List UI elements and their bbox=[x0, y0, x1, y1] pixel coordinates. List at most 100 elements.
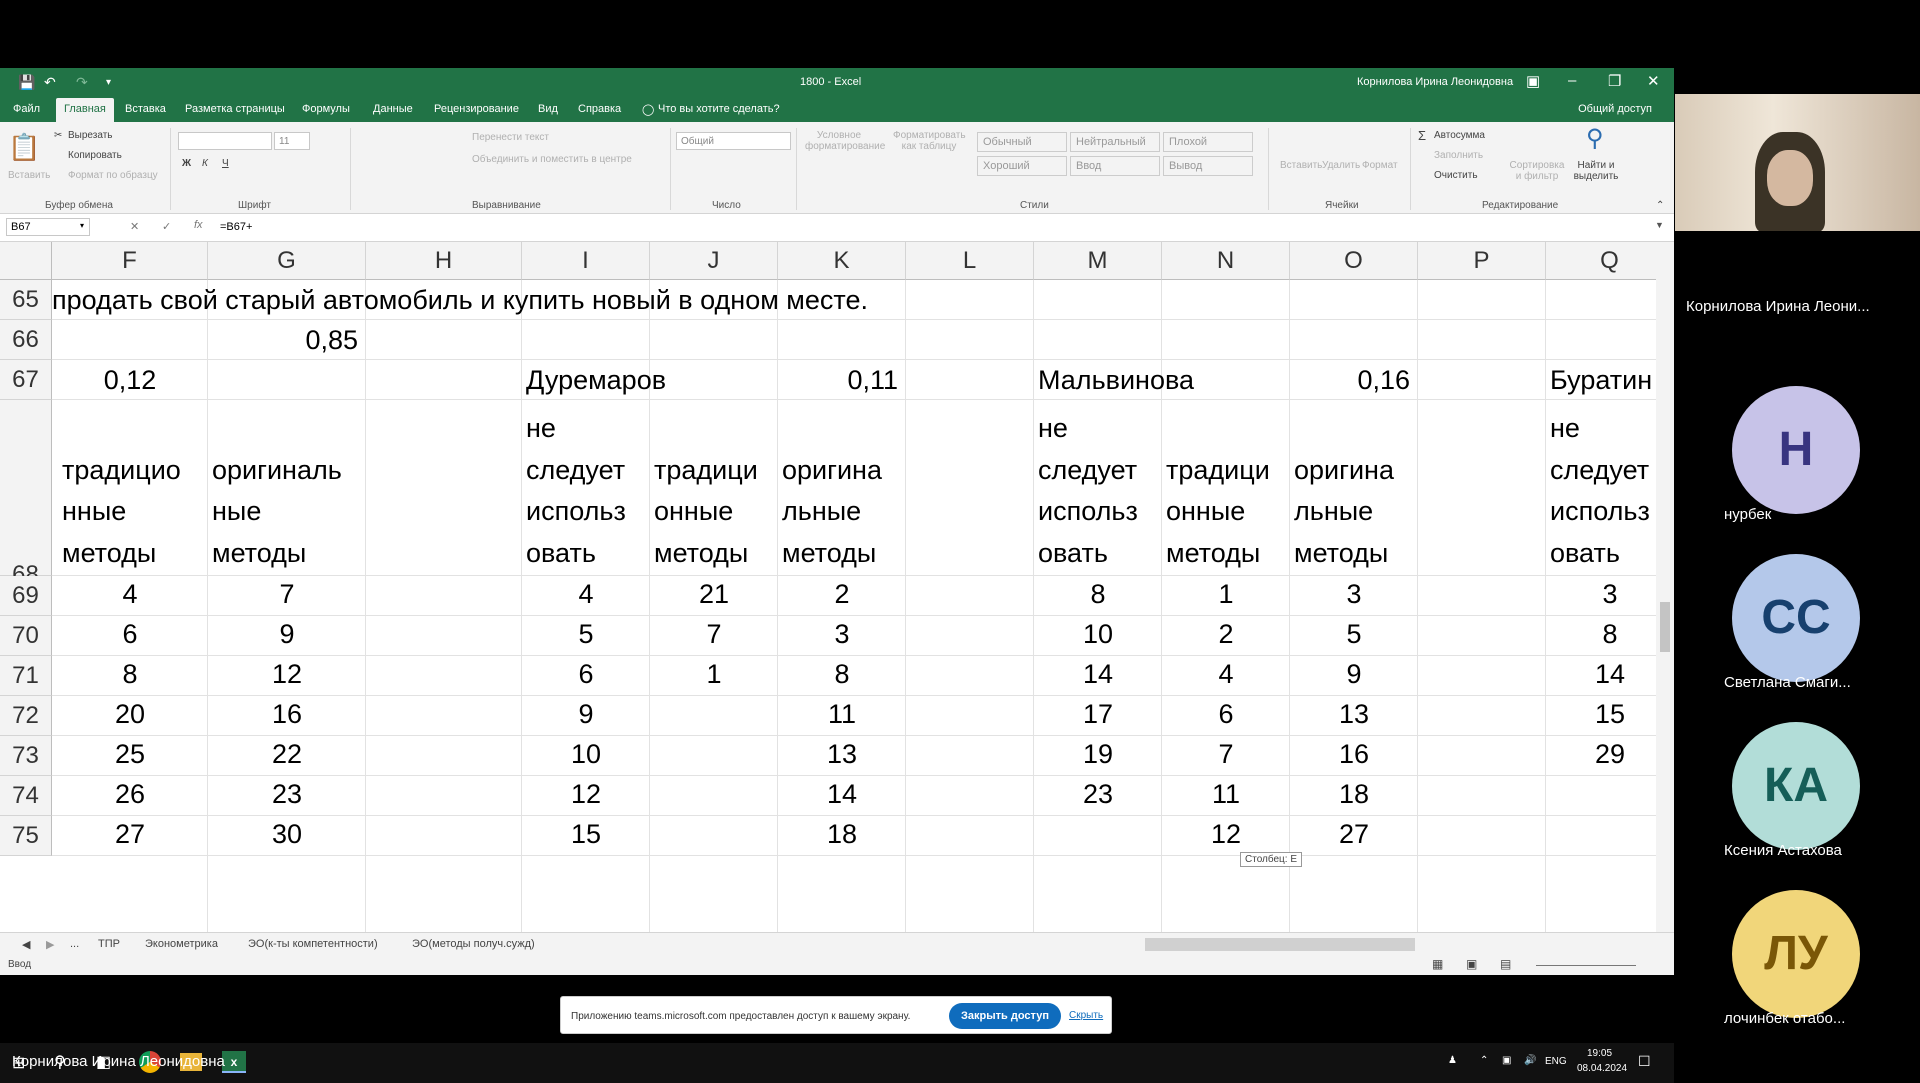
tab-home[interactable]: Главная bbox=[56, 98, 114, 123]
tell-me-search[interactable]: Что вы хотите сделать? bbox=[658, 103, 780, 115]
notifications-icon[interactable]: ☐ bbox=[1638, 1053, 1651, 1070]
autosum-icon[interactable]: Σ bbox=[1418, 128, 1426, 143]
cell[interactable]: 12 bbox=[1162, 819, 1290, 850]
collapse-ribbon-icon[interactable]: ⌃ bbox=[1656, 200, 1664, 211]
tell-me-icon[interactable]: ◯ bbox=[642, 103, 654, 116]
italic-button[interactable]: К bbox=[202, 158, 208, 169]
row-header[interactable]: 67 bbox=[0, 360, 52, 400]
row-header[interactable]: 65 bbox=[0, 280, 52, 320]
cell[interactable]: 12 bbox=[208, 659, 366, 690]
style-normal[interactable]: Обычный bbox=[977, 132, 1067, 152]
cell[interactable]: 3 bbox=[1290, 579, 1418, 610]
cell[interactable]: 1 bbox=[650, 659, 778, 690]
share-button[interactable]: Общий доступ bbox=[1578, 103, 1652, 115]
people-icon[interactable]: ♟ bbox=[1448, 1055, 1457, 1066]
cell[interactable]: 5 bbox=[522, 619, 650, 650]
wrapped-cell[interactable]: методы, которые не следует использ овать bbox=[526, 402, 646, 574]
avatar[interactable]: ЛУ bbox=[1732, 890, 1860, 1018]
column-header[interactable]: I bbox=[522, 242, 650, 280]
column-header[interactable]: K bbox=[778, 242, 906, 280]
cell[interactable]: 1 bbox=[1162, 579, 1290, 610]
cell[interactable]: 0,85 bbox=[208, 325, 358, 356]
column-header[interactable]: J bbox=[650, 242, 778, 280]
cell[interactable]: 8 bbox=[1034, 579, 1162, 610]
tab-view[interactable]: Вид bbox=[538, 103, 558, 115]
cell[interactable]: 27 bbox=[52, 819, 208, 850]
horizontal-scroll-thumb[interactable] bbox=[1145, 938, 1415, 951]
cell[interactable]: 25 bbox=[52, 739, 208, 770]
format-cells-button[interactable]: Формат bbox=[1362, 160, 1398, 171]
cell[interactable]: Мальвинова bbox=[1038, 365, 1194, 396]
undo-icon[interactable]: ↶ bbox=[44, 74, 56, 91]
cell[interactable]: 6 bbox=[522, 659, 650, 690]
cell[interactable]: 11 bbox=[1162, 779, 1290, 810]
cell[interactable]: 23 bbox=[208, 779, 366, 810]
cell[interactable]: 3 bbox=[778, 619, 906, 650]
row-header[interactable]: 70 bbox=[0, 616, 52, 656]
cell[interactable]: 14 bbox=[1546, 659, 1674, 690]
format-painter-button[interactable]: Формат по образцу bbox=[68, 170, 158, 181]
cell[interactable]: 22 bbox=[208, 739, 366, 770]
row-header[interactable]: 69 bbox=[0, 576, 52, 616]
sheet-more[interactable]: ... bbox=[70, 938, 79, 950]
cell[interactable]: 13 bbox=[778, 739, 906, 770]
cell[interactable]: 14 bbox=[778, 779, 906, 810]
avatar[interactable]: КА bbox=[1732, 722, 1860, 850]
cell[interactable]: 21 bbox=[650, 579, 778, 610]
cell[interactable]: 6 bbox=[52, 619, 208, 650]
tab-insert[interactable]: Вставка bbox=[125, 103, 166, 115]
row-header[interactable]: 68 bbox=[0, 400, 52, 588]
cell[interactable]: 12 bbox=[522, 779, 650, 810]
row-header[interactable]: 73 bbox=[0, 736, 52, 776]
wrapped-cell[interactable]: оригина льные методы bbox=[1294, 402, 1414, 574]
wrapped-cell[interactable]: методы которые не следует использ овать bbox=[1550, 402, 1654, 574]
select-all-corner[interactable] bbox=[0, 242, 52, 280]
page-layout-view-icon[interactable]: ▣ bbox=[1466, 957, 1477, 971]
cell[interactable]: 27 bbox=[1290, 819, 1418, 850]
restore-icon[interactable]: ❐ bbox=[1608, 72, 1621, 90]
avatar[interactable]: Н bbox=[1732, 386, 1860, 514]
column-header[interactable]: M bbox=[1034, 242, 1162, 280]
sheet-tab-econometrics[interactable]: Эконометрика bbox=[145, 938, 218, 950]
clock-time[interactable]: 19:05 bbox=[1587, 1048, 1612, 1059]
cell[interactable]: 0,12 bbox=[52, 365, 208, 396]
wrapped-cell[interactable]: традици онные методы bbox=[1166, 402, 1286, 574]
name-box[interactable]: B67 bbox=[6, 218, 90, 236]
cell[interactable]: 8 bbox=[778, 659, 906, 690]
zoom-slider[interactable] bbox=[1536, 965, 1636, 966]
cell[interactable]: 6 bbox=[1162, 699, 1290, 730]
font-size-combo[interactable]: 11 bbox=[274, 132, 310, 150]
vertical-scroll-thumb[interactable] bbox=[1660, 602, 1670, 652]
cell[interactable]: 7 bbox=[208, 579, 366, 610]
style-bad[interactable]: Плохой bbox=[1163, 132, 1253, 152]
copy-button[interactable]: Копировать bbox=[68, 150, 122, 161]
normal-view-icon[interactable]: ▦ bbox=[1432, 957, 1443, 971]
redo-icon[interactable]: ↷ bbox=[76, 74, 88, 91]
tab-help[interactable]: Справка bbox=[578, 103, 621, 115]
column-header[interactable]: O bbox=[1290, 242, 1418, 280]
fill-button[interactable]: Заполнить bbox=[1434, 150, 1483, 161]
cell[interactable]: 15 bbox=[1546, 699, 1674, 730]
cell[interactable]: 0,16 bbox=[1290, 365, 1410, 396]
cell[interactable]: 2 bbox=[1162, 619, 1290, 650]
cell[interactable]: 10 bbox=[522, 739, 650, 770]
cell[interactable]: 8 bbox=[52, 659, 208, 690]
tab-review[interactable]: Рецензирование bbox=[434, 103, 519, 115]
wrapped-cell[interactable]: оригиналь ные методы bbox=[212, 402, 362, 574]
row-header[interactable]: 72 bbox=[0, 696, 52, 736]
spreadsheet-grid[interactable]: FGHIJKLMNOPQ 65 66 67 68 69 70 71 72 73 74 75 прод… bbox=[0, 242, 1674, 932]
row-header[interactable]: 75 bbox=[0, 816, 52, 856]
cell[interactable]: 26 bbox=[52, 779, 208, 810]
cut-button[interactable]: Вырезать bbox=[68, 130, 112, 141]
clear-button[interactable]: Очистить bbox=[1434, 170, 1478, 181]
cell[interactable]: 5 bbox=[1290, 619, 1418, 650]
wrapped-cell[interactable]: оригина льные методы bbox=[782, 402, 902, 574]
avatar[interactable]: СС bbox=[1732, 554, 1860, 682]
column-header[interactable]: P bbox=[1418, 242, 1546, 280]
hide-banner-link[interactable]: Скрыть bbox=[1069, 1010, 1103, 1021]
style-output[interactable]: Вывод bbox=[1163, 156, 1253, 176]
language-indicator[interactable]: ENG bbox=[1545, 1056, 1567, 1067]
column-header[interactable]: H bbox=[366, 242, 522, 280]
cell[interactable]: 30 bbox=[208, 819, 366, 850]
cell[interactable]: 20 bbox=[52, 699, 208, 730]
